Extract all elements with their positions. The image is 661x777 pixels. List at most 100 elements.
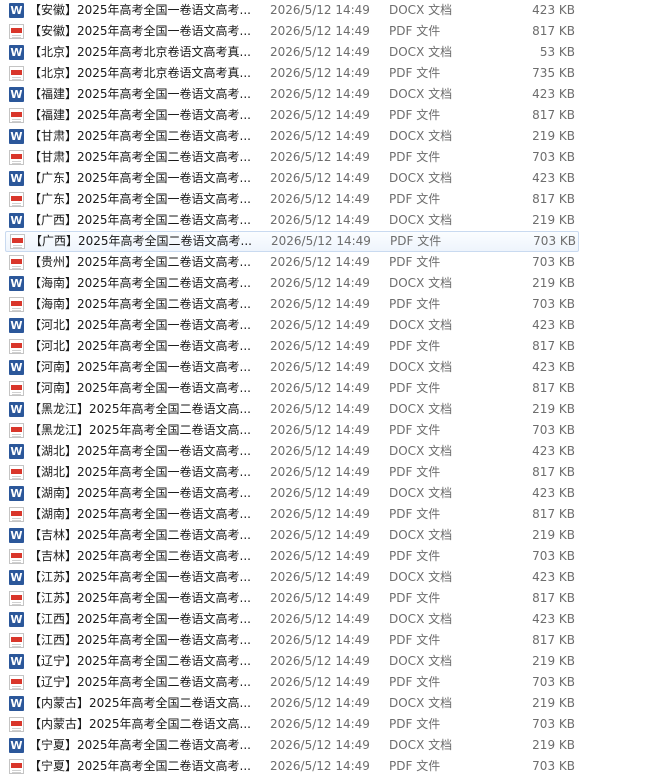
file-row[interactable]: 【广西】2025年高考全国二卷语文高考... 2026/5/12 14:49 PDF… (5, 231, 579, 252)
file-row[interactable]: 【河北】2025年高考全国一卷语文高考... 2026/5/12 14:49 PDF… (0, 336, 661, 357)
file-row[interactable]: 【江西】2025年高考全国一卷语文高考... 2026/5/12 14:49 DOC… (0, 609, 661, 630)
file-type: DOCX 文档 (389, 360, 453, 374)
file-size: 817 KB (532, 633, 575, 647)
file-type: PDF 文件 (389, 549, 441, 563)
file-row[interactable]: 【广东】2025年高考全国一卷语文高考... 2026/5/12 14:49 DOC… (0, 168, 661, 189)
file-modified-date: 2026/5/12 14:49 (270, 213, 370, 227)
file-size: 423 KB (532, 318, 575, 332)
file-type: DOCX 文档 (389, 528, 453, 542)
file-row[interactable]: 【海南】2025年高考全国二卷语文高考... 2026/5/12 14:49 DOC… (0, 273, 661, 294)
file-name: 【河南】2025年高考全国一卷语文高考... (29, 381, 251, 395)
file-type: PDF 文件 (389, 192, 441, 206)
pdf-icon (9, 339, 24, 354)
file-name: 【安徽】2025年高考全国一卷语文高考... (29, 3, 251, 17)
file-row[interactable]: 【辽宁】2025年高考全国二卷语文高考... 2026/5/12 14:49 DOC… (0, 651, 661, 672)
file-row[interactable]: 【河北】2025年高考全国一卷语文高考... 2026/5/12 14:49 DOC… (0, 315, 661, 336)
file-size: 703 KB (532, 675, 575, 689)
pdf-icon (9, 24, 24, 39)
file-row[interactable]: 【湖北】2025年高考全国一卷语文高考... 2026/5/12 14:49 PDF… (0, 462, 661, 483)
file-size: 423 KB (532, 570, 575, 584)
file-row[interactable]: 【甘肃】2025年高考全国二卷语文高考... 2026/5/12 14:49 PDF… (0, 147, 661, 168)
file-row[interactable]: 【黑龙江】2025年高考全国二卷语文高... 2026/5/12 14:49 PDF… (0, 420, 661, 441)
file-name: 【北京】2025年高考北京卷语文高考真... (29, 66, 251, 80)
pdf-icon (9, 192, 24, 207)
file-name: 【吉林】2025年高考全国二卷语文高考... (29, 528, 251, 542)
file-modified-date: 2026/5/12 14:49 (270, 675, 370, 689)
file-modified-date: 2026/5/12 14:49 (270, 87, 370, 101)
file-row[interactable]: 【河南】2025年高考全国一卷语文高考... 2026/5/12 14:49 DOC… (0, 357, 661, 378)
file-modified-date: 2026/5/12 14:49 (270, 591, 370, 605)
file-modified-date: 2026/5/12 14:49 (270, 528, 370, 542)
file-size: 817 KB (532, 24, 575, 38)
file-size: 53 KB (539, 45, 575, 59)
file-row[interactable]: 【江苏】2025年高考全国一卷语文高考... 2026/5/12 14:49 PDF… (0, 588, 661, 609)
file-row[interactable]: 【北京】2025年高考北京卷语文高考真... 2026/5/12 14:49 PDF… (0, 63, 661, 84)
file-modified-date: 2026/5/12 14:49 (270, 570, 370, 584)
file-row[interactable]: 【北京】2025年高考北京卷语文高考真... 2026/5/12 14:49 DOC… (0, 42, 661, 63)
file-type: DOCX 文档 (389, 3, 453, 17)
docx-icon (9, 402, 24, 417)
docx-icon (9, 528, 24, 543)
file-row[interactable]: 【湖南】2025年高考全国一卷语文高考... 2026/5/12 14:49 DOC… (0, 483, 661, 504)
pdf-icon (10, 234, 25, 249)
file-modified-date: 2026/5/12 14:49 (270, 717, 370, 731)
file-row[interactable]: 【海南】2025年高考全国二卷语文高考... 2026/5/12 14:49 PDF… (0, 294, 661, 315)
docx-icon (9, 738, 24, 753)
file-size: 423 KB (532, 486, 575, 500)
docx-icon (9, 696, 24, 711)
file-name: 【宁夏】2025年高考全国二卷语文高考... (29, 738, 251, 752)
file-type: PDF 文件 (389, 150, 441, 164)
file-size: 423 KB (532, 3, 575, 17)
file-modified-date: 2026/5/12 14:49 (270, 318, 370, 332)
file-type: DOCX 文档 (389, 129, 453, 143)
file-row[interactable]: 【广西】2025年高考全国二卷语文高考... 2026/5/12 14:49 DOC… (0, 210, 661, 231)
file-type: DOCX 文档 (389, 612, 453, 626)
file-row[interactable]: 【贵州】2025年高考全国二卷语文高考... 2026/5/12 14:49 PDF… (0, 252, 661, 273)
file-size: 703 KB (533, 234, 576, 248)
file-name: 【广西】2025年高考全国二卷语文高考... (29, 213, 251, 227)
file-row[interactable]: 【吉林】2025年高考全国二卷语文高考... 2026/5/12 14:49 PDF… (0, 546, 661, 567)
file-size: 703 KB (532, 423, 575, 437)
file-type: PDF 文件 (389, 423, 441, 437)
file-row[interactable]: 【河南】2025年高考全国一卷语文高考... 2026/5/12 14:49 PDF… (0, 378, 661, 399)
file-type: PDF 文件 (389, 339, 441, 353)
file-modified-date: 2026/5/12 14:49 (270, 696, 370, 710)
file-row[interactable]: 【湖南】2025年高考全国一卷语文高考... 2026/5/12 14:49 PDF… (0, 504, 661, 525)
file-row[interactable]: 【安徽】2025年高考全国一卷语文高考... 2026/5/12 14:49 PDF… (0, 21, 661, 42)
file-row[interactable]: 【江苏】2025年高考全国一卷语文高考... 2026/5/12 14:49 DOC… (0, 567, 661, 588)
file-type: DOCX 文档 (389, 213, 453, 227)
file-name: 【福建】2025年高考全国一卷语文高考... (29, 108, 251, 122)
file-row[interactable]: 【江西】2025年高考全国一卷语文高考... 2026/5/12 14:49 PDF… (0, 630, 661, 651)
file-type: PDF 文件 (389, 255, 441, 269)
file-row[interactable]: 【湖北】2025年高考全国一卷语文高考... 2026/5/12 14:49 DOC… (0, 441, 661, 462)
file-row[interactable]: 【福建】2025年高考全国一卷语文高考... 2026/5/12 14:49 PDF… (0, 105, 661, 126)
file-name: 【黑龙江】2025年高考全国二卷语文高... (29, 402, 251, 416)
file-type: DOCX 文档 (389, 45, 453, 59)
docx-icon (9, 486, 24, 501)
pdf-icon (9, 255, 24, 270)
file-type: PDF 文件 (389, 633, 441, 647)
file-row[interactable]: 【内蒙古】2025年高考全国二卷语文高... 2026/5/12 14:49 PDF… (0, 714, 661, 735)
file-size: 703 KB (532, 150, 575, 164)
file-name: 【广西】2025年高考全国二卷语文高考... (30, 234, 252, 248)
file-row[interactable]: 【甘肃】2025年高考全国二卷语文高考... 2026/5/12 14:49 DOC… (0, 126, 661, 147)
file-size: 219 KB (532, 129, 575, 143)
pdf-icon (9, 591, 24, 606)
file-row[interactable]: 【安徽】2025年高考全国一卷语文高考... 2026/5/12 14:49 DOC… (0, 0, 661, 21)
file-row[interactable]: 【福建】2025年高考全国一卷语文高考... 2026/5/12 14:49 DOC… (0, 84, 661, 105)
file-size: 817 KB (532, 381, 575, 395)
file-type: DOCX 文档 (389, 444, 453, 458)
file-type: PDF 文件 (389, 591, 441, 605)
file-row[interactable]: 【广东】2025年高考全国一卷语文高考... 2026/5/12 14:49 PDF… (0, 189, 661, 210)
file-type: PDF 文件 (389, 108, 441, 122)
file-modified-date: 2026/5/12 14:49 (270, 3, 370, 17)
file-row[interactable]: 【内蒙古】2025年高考全国二卷语文高... 2026/5/12 14:49 DOC… (0, 693, 661, 714)
file-row[interactable]: 【黑龙江】2025年高考全国二卷语文高... 2026/5/12 14:49 DOC… (0, 399, 661, 420)
file-row[interactable]: 【宁夏】2025年高考全国二卷语文高考... 2026/5/12 14:49 DOC… (0, 735, 661, 756)
file-row[interactable]: 【吉林】2025年高考全国二卷语文高考... 2026/5/12 14:49 DOC… (0, 525, 661, 546)
file-size: 423 KB (532, 87, 575, 101)
pdf-icon (9, 633, 24, 648)
docx-icon (9, 213, 24, 228)
file-row[interactable]: 【辽宁】2025年高考全国二卷语文高考... 2026/5/12 14:49 PDF… (0, 672, 661, 693)
file-name: 【江西】2025年高考全国一卷语文高考... (29, 612, 251, 626)
